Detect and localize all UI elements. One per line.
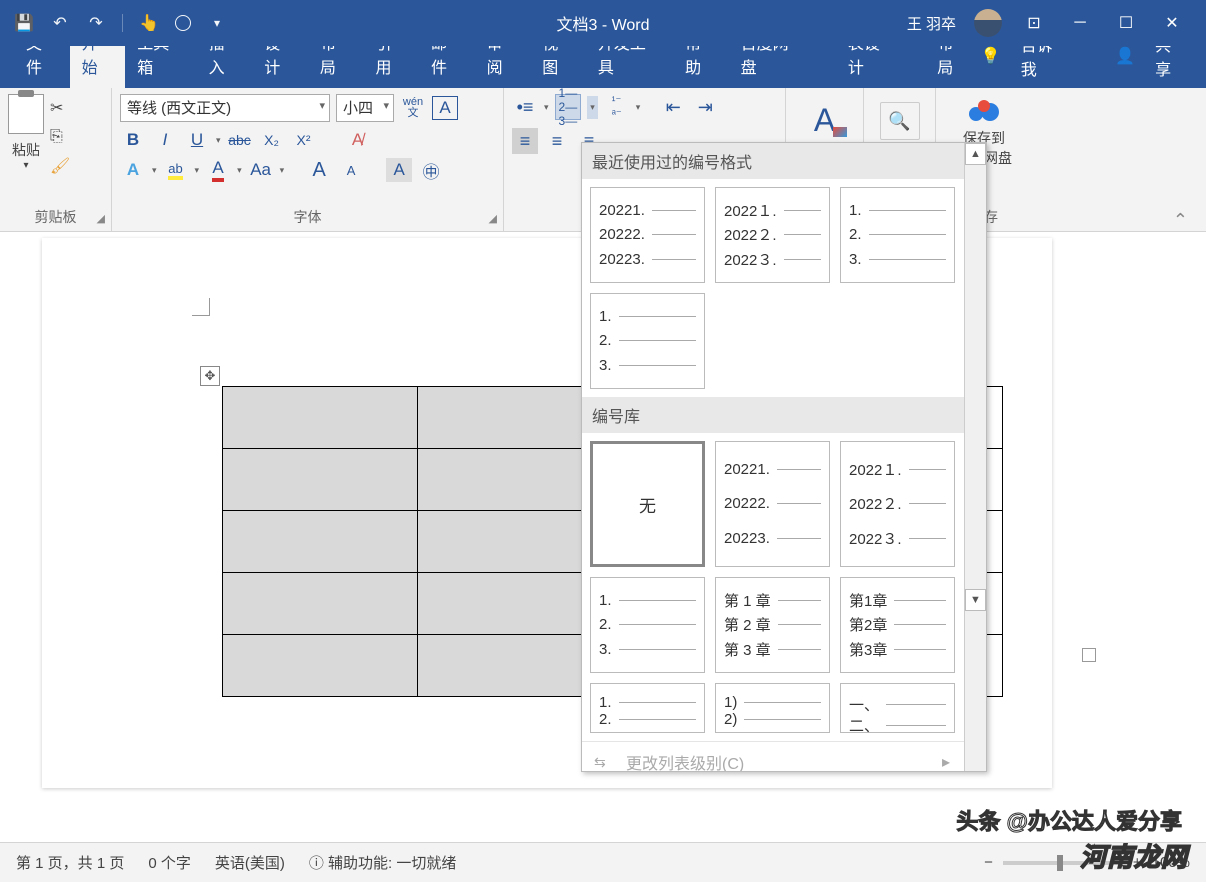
num-format-item[interactable]: 1.2. bbox=[590, 683, 705, 733]
subscript-button[interactable]: X₂ bbox=[259, 128, 285, 152]
table-move-handle[interactable]: ✥ bbox=[200, 366, 220, 386]
clear-format-icon[interactable]: A̸ bbox=[345, 128, 371, 152]
statusbar: 第 1 页，共 1 页 0 个字 英语(美国) ⓘ 辅助功能: 一切就绪 − +… bbox=[0, 842, 1206, 882]
circle-icon[interactable] bbox=[175, 15, 191, 31]
num-format-item[interactable]: 20221.20222.20223. bbox=[715, 441, 830, 567]
clipboard-dialog-icon[interactable]: ◢ bbox=[97, 212, 105, 225]
group-font: 等线 (西文正文) 小四 wén文 A B I U ▾ abc X₂ X² A̸… bbox=[112, 88, 504, 231]
cut-icon[interactable]: ✂ bbox=[50, 98, 70, 118]
avatar[interactable] bbox=[974, 9, 1002, 37]
align-center-icon[interactable]: ≡ bbox=[544, 128, 570, 154]
char-border-icon[interactable]: A bbox=[432, 96, 458, 120]
recent-formats-header: 最近使用过的编号格式 bbox=[582, 143, 964, 179]
indent-icon: ⇆ bbox=[594, 754, 606, 771]
close-icon[interactable]: ✕ bbox=[1158, 13, 1186, 33]
titlebar: 💾 ↶ ↷ 👆 ▾ 文档3 - Word 王 羽卒 ⊡ ─ ☐ ✕ bbox=[0, 0, 1206, 46]
font-size-select[interactable]: 小四 bbox=[336, 94, 394, 122]
num-format-item[interactable]: 2022１.2022２.2022３. bbox=[840, 441, 955, 567]
word-count[interactable]: 0 个字 bbox=[148, 852, 191, 873]
font-group-label: 字体 bbox=[112, 207, 503, 227]
minimize-icon[interactable]: ─ bbox=[1066, 14, 1094, 32]
watermark-text: 头条 @办公达人爱分享 bbox=[956, 804, 1182, 836]
num-library-header: 编号库 bbox=[582, 397, 964, 433]
separator bbox=[122, 14, 123, 32]
num-format-item[interactable]: 1.2.3. bbox=[590, 293, 705, 389]
num-format-item[interactable]: 一、二、 bbox=[840, 683, 955, 733]
collapse-ribbon-icon[interactable]: ⌃ bbox=[1173, 210, 1188, 231]
num-format-none[interactable]: 无 bbox=[590, 441, 705, 567]
char-shading-icon[interactable]: A bbox=[386, 158, 412, 182]
enclose-char-icon[interactable]: ㊥ bbox=[418, 158, 444, 182]
clipboard-icon bbox=[8, 94, 44, 134]
language[interactable]: 英语(美国) bbox=[215, 852, 285, 873]
num-format-item[interactable]: 1.2.3. bbox=[590, 577, 705, 673]
change-case-button[interactable]: Aa bbox=[248, 158, 274, 182]
maximize-icon[interactable]: ☐ bbox=[1112, 13, 1140, 33]
format-painter-icon[interactable]: 🖌 bbox=[50, 156, 70, 176]
zoom-out-icon[interactable]: − bbox=[984, 854, 993, 871]
inc-indent-icon[interactable]: ⇥ bbox=[692, 94, 718, 120]
scroll-up-icon[interactable]: ▲ bbox=[965, 143, 986, 165]
share-icon: 👤 bbox=[1115, 46, 1135, 66]
grow-font-button[interactable]: A bbox=[306, 158, 332, 182]
bulb-icon: 💡 bbox=[981, 46, 1001, 66]
save-icon[interactable]: 💾 bbox=[14, 13, 34, 33]
accessibility-status[interactable]: ⓘ 辅助功能: 一切就绪 bbox=[309, 852, 457, 873]
num-format-item[interactable]: 20221.20222.20223. bbox=[590, 187, 705, 283]
customize-qat-icon[interactable]: ▾ bbox=[207, 13, 227, 33]
watermark-text2: 河南龙网 bbox=[1080, 837, 1188, 874]
redo-icon[interactable]: ↷ bbox=[86, 13, 106, 33]
font-dialog-icon[interactable]: ◢ bbox=[489, 212, 497, 225]
table-resize-handle[interactable] bbox=[1082, 648, 1096, 662]
num-format-item[interactable]: 1.2.3. bbox=[840, 187, 955, 283]
ribbon-tabs: 文件 开始 工具箱 插入 设计 布局 引用 邮件 审阅 视图 开发工具 帮助 百… bbox=[0, 46, 1206, 88]
underline-button[interactable]: U bbox=[184, 128, 210, 152]
multilevel-icon[interactable]: ¹⁻ᵃ⁻ bbox=[604, 94, 630, 120]
paste-button[interactable]: 粘贴 ▾ bbox=[8, 94, 44, 171]
accessibility-icon: ⓘ bbox=[309, 855, 328, 872]
num-format-item[interactable]: 2022１.2022２.2022３. bbox=[715, 187, 830, 283]
num-format-item[interactable]: 1)2) bbox=[715, 683, 830, 733]
phonetic-icon[interactable]: wén文 bbox=[400, 96, 426, 120]
bold-button[interactable]: B bbox=[120, 128, 146, 152]
shrink-font-button[interactable]: A bbox=[338, 158, 364, 182]
font-color-icon[interactable]: A bbox=[205, 158, 231, 182]
search-icon[interactable]: 🔍 bbox=[880, 102, 920, 140]
dropdown-scrollbar[interactable]: ▲ ▼ bbox=[964, 143, 986, 771]
corner-mark bbox=[192, 298, 210, 316]
styles-icon[interactable]: A bbox=[808, 102, 841, 139]
document-title: 文档3 - Word bbox=[556, 11, 649, 35]
touch-mode-icon[interactable]: 👆 bbox=[139, 13, 159, 33]
strike-button[interactable]: abc bbox=[227, 128, 253, 152]
highlight-icon[interactable]: ab bbox=[163, 158, 189, 182]
num-format-item[interactable]: 第 1 章第 2 章第 3 章 bbox=[715, 577, 830, 673]
baidu-cloud-icon bbox=[966, 98, 1002, 126]
page-count[interactable]: 第 1 页，共 1 页 bbox=[16, 852, 124, 873]
num-format-item[interactable]: 第1章第2章第3章 bbox=[840, 577, 955, 673]
bullets-icon[interactable]: •≡ bbox=[512, 94, 538, 120]
ribbon-display-icon[interactable]: ⊡ bbox=[1020, 13, 1048, 33]
change-list-level-menu: ⇆更改列表级别(C)▸ bbox=[582, 741, 964, 771]
scroll-down-icon[interactable]: ▼ bbox=[965, 589, 986, 611]
group-clipboard: 粘贴 ▾ ✂ ⎘ 🖌 剪贴板 ◢ bbox=[0, 88, 112, 231]
font-name-select[interactable]: 等线 (西文正文) bbox=[120, 94, 330, 122]
paste-label: 粘贴 bbox=[12, 140, 40, 160]
text-effects-icon[interactable]: A bbox=[120, 158, 146, 182]
numbering-icon[interactable]: 1—2—3— bbox=[555, 94, 582, 120]
dec-indent-icon[interactable]: ⇤ bbox=[660, 94, 686, 120]
user-name[interactable]: 王 羽卒 bbox=[907, 13, 956, 34]
copy-icon[interactable]: ⎘ bbox=[50, 128, 70, 146]
clipboard-group-label: 剪贴板 bbox=[0, 207, 111, 227]
superscript-button[interactable]: X² bbox=[291, 128, 317, 152]
numbering-dropdown: 最近使用过的编号格式 20221.20222.20223. 2022１.2022… bbox=[581, 142, 987, 772]
undo-icon[interactable]: ↶ bbox=[50, 13, 70, 33]
align-left-icon[interactable]: ≡ bbox=[512, 128, 538, 154]
italic-button[interactable]: I bbox=[152, 128, 178, 152]
